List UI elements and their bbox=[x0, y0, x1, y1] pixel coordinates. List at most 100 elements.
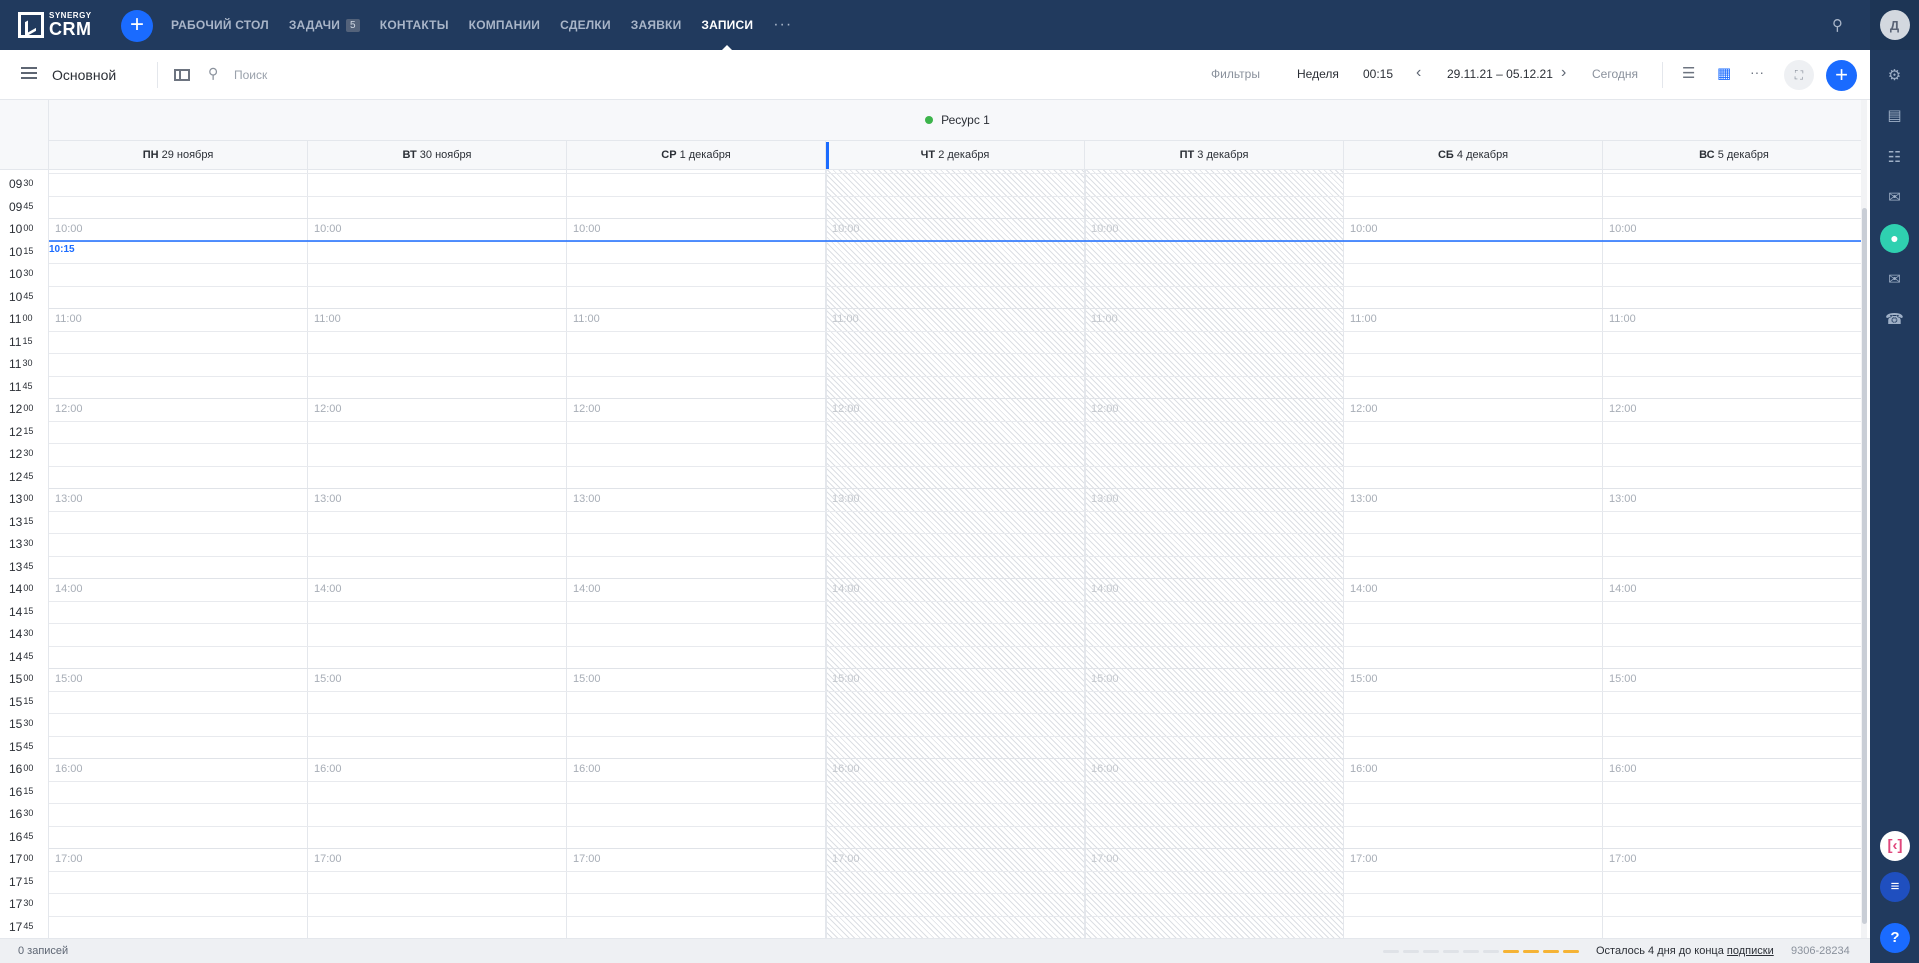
day-header[interactable]: ПТ 3 декабря bbox=[1085, 141, 1344, 170]
hour-cell-label[interactable]: 17:00 bbox=[573, 853, 601, 865]
phone-icon[interactable]: ☎ bbox=[1870, 310, 1919, 328]
prev-week-icon[interactable]: ‹ bbox=[1416, 64, 1421, 82]
notifications-bell-icon[interactable]: ● bbox=[1880, 224, 1909, 253]
hour-cell-label[interactable]: 12:00 bbox=[314, 403, 342, 415]
day-header[interactable]: ВС 5 декабря bbox=[1603, 141, 1866, 170]
hour-cell-label[interactable]: 14:00 bbox=[314, 583, 342, 595]
nav-item-companies[interactable]: КОМПАНИИ bbox=[469, 0, 540, 50]
hour-cell-label[interactable]: 11:00 bbox=[1091, 313, 1118, 325]
filters-button[interactable]: Фильтры bbox=[1211, 67, 1260, 81]
hour-cell-label[interactable]: 12:00 bbox=[1350, 403, 1378, 415]
hour-cell-label[interactable]: 12:00 bbox=[832, 403, 860, 415]
hour-cell-label[interactable]: 11:00 bbox=[573, 313, 600, 325]
nav-item-tasks[interactable]: ЗАДАЧИ 5 bbox=[289, 0, 360, 50]
hour-cell-label[interactable]: 11:00 bbox=[832, 313, 859, 325]
mail-icon[interactable]: ✉ bbox=[1870, 270, 1919, 288]
hour-cell-label[interactable]: 11:00 bbox=[1350, 313, 1377, 325]
hour-cell-label[interactable]: 17:00 bbox=[314, 853, 342, 865]
user-avatar[interactable]: Д bbox=[1879, 10, 1910, 40]
hour-cell-label[interactable]: 14:00 bbox=[1091, 583, 1119, 595]
help-icon[interactable]: ? bbox=[1880, 923, 1910, 953]
hour-cell-label[interactable]: 11:00 bbox=[55, 313, 82, 325]
hour-cell-label[interactable]: 10:00 bbox=[1350, 223, 1378, 235]
nav-more-icon[interactable]: ··· bbox=[773, 16, 792, 34]
hour-cell-label[interactable]: 16:00 bbox=[55, 763, 83, 775]
hour-cell-label[interactable]: 14:00 bbox=[573, 583, 601, 595]
day-header[interactable]: ЧТ 2 декабря bbox=[826, 141, 1085, 170]
hour-cell-label[interactable]: 14:00 bbox=[1350, 583, 1378, 595]
contacts-card-icon[interactable]: ▤ bbox=[1870, 106, 1919, 124]
hour-cell-label[interactable]: 12:00 bbox=[1091, 403, 1119, 415]
hour-cell-label[interactable]: 10:00 bbox=[314, 223, 342, 235]
next-week-icon[interactable]: › bbox=[1561, 64, 1566, 82]
calendar-title[interactable]: Основной bbox=[52, 67, 116, 83]
nav-item-desktop[interactable]: РАБОЧИЙ СТОЛ bbox=[171, 0, 269, 50]
hour-cell-label[interactable]: 17:00 bbox=[1350, 853, 1378, 865]
hour-cell-label[interactable]: 16:00 bbox=[1609, 763, 1637, 775]
hour-cell-label[interactable]: 17:00 bbox=[832, 853, 860, 865]
hour-cell-label[interactable]: 16:00 bbox=[832, 763, 860, 775]
hour-cell-label[interactable]: 15:00 bbox=[314, 673, 342, 685]
time-step-select[interactable]: 00:15 bbox=[1363, 67, 1393, 81]
stack-app-icon[interactable]: ≡ bbox=[1880, 872, 1910, 902]
hour-cell-label[interactable]: 13:00 bbox=[832, 493, 860, 505]
view-period-select[interactable]: Неделя bbox=[1297, 67, 1339, 81]
app-logo[interactable]: SYNERGY CRM bbox=[18, 12, 92, 38]
nav-item-records[interactable]: ЗАПИСИ bbox=[701, 0, 753, 50]
integration-app-icon[interactable]: [‹] bbox=[1880, 831, 1910, 861]
hour-cell-label[interactable]: 17:00 bbox=[1091, 853, 1119, 865]
today-button[interactable]: Сегодня bbox=[1592, 67, 1638, 81]
hour-cell-label[interactable]: 16:00 bbox=[1091, 763, 1119, 775]
hour-cell-label[interactable]: 10:00 bbox=[1091, 223, 1119, 235]
hour-cell-label[interactable]: 12:00 bbox=[1609, 403, 1637, 415]
list-view-icon[interactable]: ☰ bbox=[1682, 64, 1695, 82]
hour-cell-label[interactable]: 15:00 bbox=[1350, 673, 1378, 685]
day-header[interactable]: СБ 4 декабря bbox=[1344, 141, 1603, 170]
hour-cell-label[interactable]: 13:00 bbox=[1091, 493, 1119, 505]
sidebar-panel-icon[interactable] bbox=[174, 69, 190, 81]
hour-cell-label[interactable]: 13:00 bbox=[573, 493, 601, 505]
quick-add-button[interactable]: + bbox=[121, 10, 153, 42]
hour-cell-label[interactable]: 13:00 bbox=[1350, 493, 1378, 505]
hour-cell-label[interactable]: 11:00 bbox=[314, 313, 341, 325]
settings-gear-icon[interactable]: ⚙ bbox=[1870, 66, 1919, 84]
hour-cell-label[interactable]: 17:00 bbox=[1609, 853, 1637, 865]
hour-cell-label[interactable]: 10:00 bbox=[573, 223, 601, 235]
hour-cell-label[interactable]: 11:00 bbox=[1609, 313, 1636, 325]
chat-icon[interactable]: ✉ bbox=[1870, 188, 1919, 206]
day-header[interactable]: ВТ 30 ноября bbox=[308, 141, 567, 170]
knowledge-book-icon[interactable]: ☷ bbox=[1870, 148, 1919, 166]
hour-cell-label[interactable]: 14:00 bbox=[1609, 583, 1637, 595]
hour-cell-label[interactable]: 14:00 bbox=[832, 583, 860, 595]
hour-cell-label[interactable]: 10:00 bbox=[832, 223, 860, 235]
scrollbar-thumb[interactable] bbox=[1862, 208, 1867, 924]
hour-cell-label[interactable]: 14:00 bbox=[55, 583, 83, 595]
hour-cell-label[interactable]: 15:00 bbox=[55, 673, 83, 685]
hour-cell-label[interactable]: 13:00 bbox=[1609, 493, 1637, 505]
hour-cell-label[interactable]: 16:00 bbox=[1350, 763, 1378, 775]
hour-cell-label[interactable]: 12:00 bbox=[573, 403, 601, 415]
hour-cell-label[interactable]: 10:00 bbox=[55, 223, 83, 235]
hour-cell-label[interactable]: 15:00 bbox=[832, 673, 860, 685]
hour-cell-label[interactable]: 15:00 bbox=[1609, 673, 1637, 685]
hour-cell-label[interactable]: 10:00 bbox=[1609, 223, 1637, 235]
menu-burger-icon[interactable] bbox=[21, 67, 37, 79]
nav-item-deals[interactable]: СДЕЛКИ bbox=[560, 0, 611, 50]
hour-cell-label[interactable]: 15:00 bbox=[1091, 673, 1119, 685]
more-options-icon[interactable]: ··· bbox=[1750, 64, 1764, 80]
add-record-button[interactable]: + bbox=[1826, 60, 1857, 91]
hour-cell-label[interactable]: 16:00 bbox=[573, 763, 601, 775]
hour-cell-label[interactable]: 17:00 bbox=[55, 853, 83, 865]
hour-cell-label[interactable]: 13:00 bbox=[55, 493, 83, 505]
calendar-view-icon[interactable]: ▦ bbox=[1717, 64, 1731, 82]
day-header[interactable]: СР 1 декабря bbox=[567, 141, 826, 170]
hour-cell-label[interactable]: 16:00 bbox=[314, 763, 342, 775]
hour-cell-label[interactable]: 12:00 bbox=[55, 403, 83, 415]
search-input[interactable] bbox=[234, 64, 534, 86]
nav-item-requests[interactable]: ЗАЯВКИ bbox=[631, 0, 682, 50]
hour-cell-label[interactable]: 15:00 bbox=[573, 673, 601, 685]
nav-item-contacts[interactable]: КОНТАКТЫ bbox=[380, 0, 449, 50]
global-search-icon[interactable]: ⚲ bbox=[1832, 16, 1843, 34]
subscription-link[interactable]: подписки bbox=[1727, 945, 1774, 957]
hour-cell-label[interactable]: 13:00 bbox=[314, 493, 342, 505]
